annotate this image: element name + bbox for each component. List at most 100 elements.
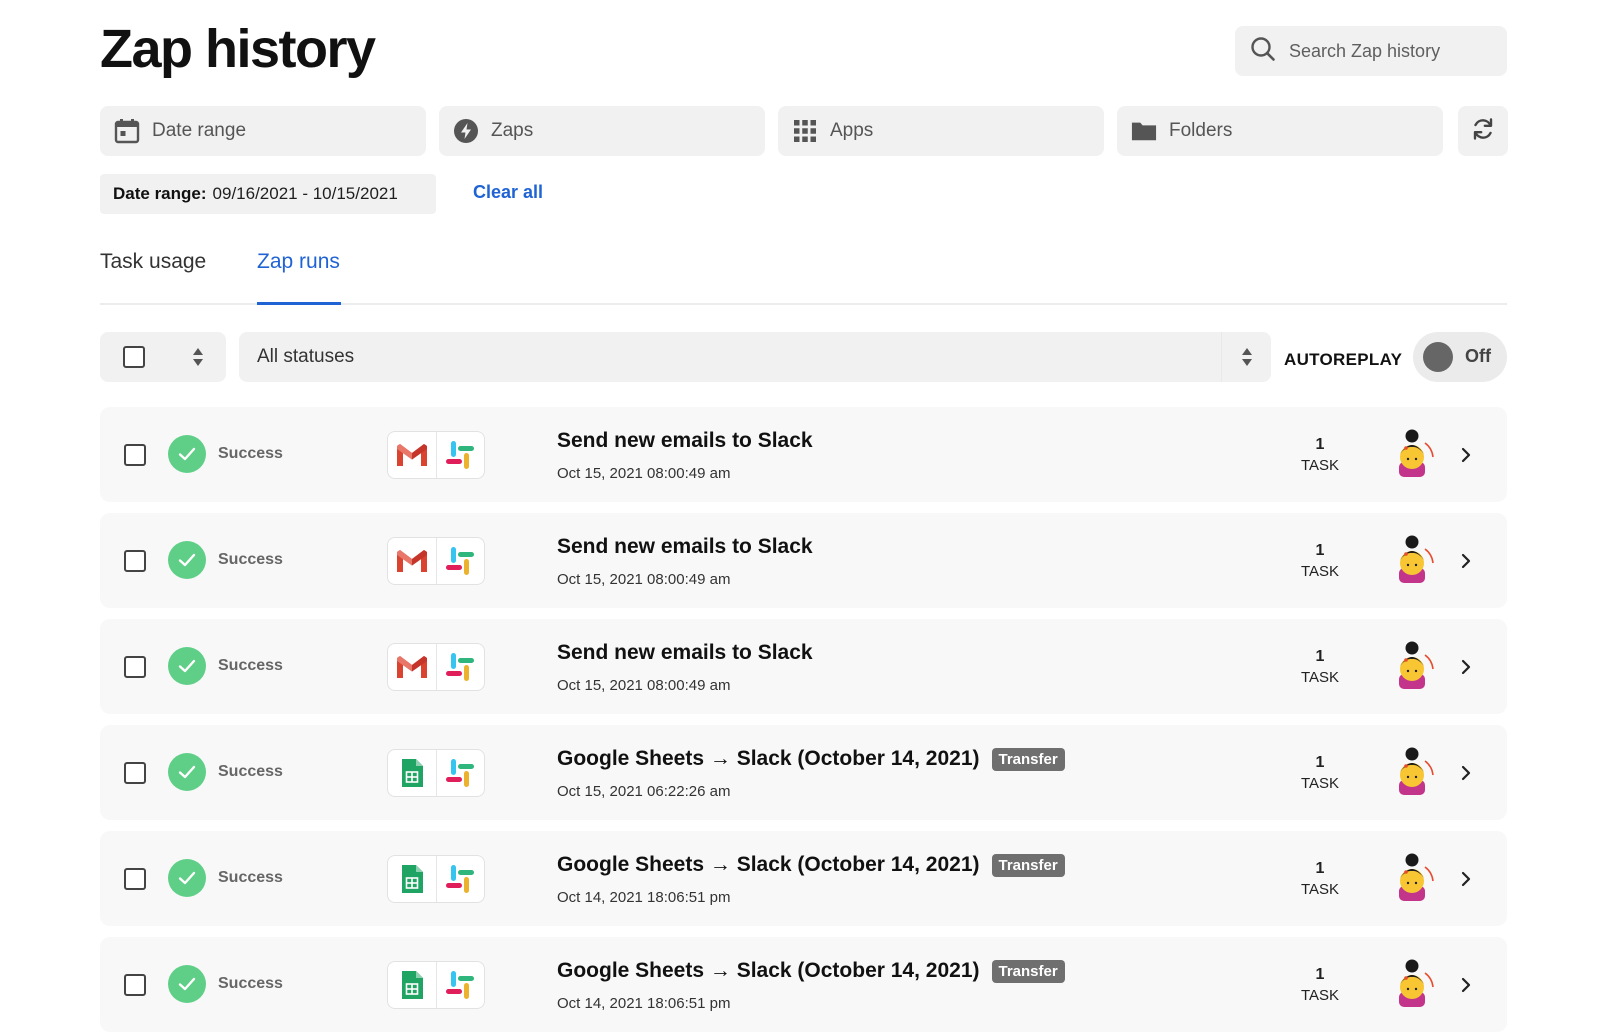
slack-icon (435, 538, 484, 584)
date-range-filter[interactable]: Date range (100, 106, 426, 156)
zap-title[interactable]: Send new emails to Slack (557, 535, 813, 559)
date-range-chip-value: 09/16/2021 - 10/15/2021 (212, 184, 398, 203)
date-range-chip: Date range: 09/16/2021 - 10/15/2021 (100, 174, 436, 214)
run-timestamp: Oct 15, 2021 08:00:49 am (557, 677, 731, 694)
row-checkbox[interactable] (124, 762, 146, 784)
apps-filter-label: Apps (830, 120, 874, 141)
search-input[interactable] (1289, 40, 1489, 62)
app-icons (387, 749, 485, 797)
slack-icon (435, 644, 484, 690)
slack-icon (435, 856, 484, 902)
avatar (1387, 851, 1437, 903)
task-count: 1 (1315, 542, 1325, 559)
apps-filter[interactable]: Apps (778, 106, 1104, 156)
chevron-right-icon[interactable] (1456, 974, 1476, 996)
transfer-badge: Transfer (991, 747, 1065, 771)
zap-run-row[interactable]: Success Send new emails to Slack Oct 15,… (100, 513, 1507, 608)
row-checkbox[interactable] (124, 550, 146, 572)
row-checkbox[interactable] (124, 444, 146, 466)
chevron-right-icon[interactable] (1456, 550, 1476, 572)
task-label: TASK (1300, 669, 1340, 686)
sort-arrows-icon[interactable] (192, 347, 204, 367)
run-status: Success (218, 763, 283, 780)
run-timestamp: Oct 15, 2021 08:00:49 am (557, 465, 731, 482)
zap-title[interactable]: Send new emails to Slack (557, 429, 813, 453)
status-filter-select[interactable]: All statuses (239, 332, 1271, 382)
run-timestamp: Oct 15, 2021 06:22:26 am (557, 783, 731, 800)
task-count: 1 (1315, 860, 1325, 877)
app-icons (387, 431, 485, 479)
page-title: Zap history (100, 19, 376, 79)
task-count: 1 (1315, 754, 1325, 771)
tab-zap-runs[interactable]: Zap runs (257, 250, 340, 274)
zap-title[interactable]: Send new emails to Slack (557, 641, 813, 665)
chevron-right-icon[interactable] (1456, 656, 1476, 678)
google-sheets-icon (388, 856, 436, 902)
run-status: Success (218, 657, 283, 674)
run-timestamp: Oct 15, 2021 08:00:49 am (557, 571, 731, 588)
zaps-filter-label: Zaps (491, 120, 534, 141)
gmail-icon (388, 538, 436, 584)
autoreplay-label: AUTOREPLAY (1284, 350, 1403, 369)
task-count: 1 (1315, 648, 1325, 665)
folders-filter-label: Folders (1169, 120, 1233, 141)
row-checkbox[interactable] (124, 868, 146, 890)
app-icons (387, 643, 485, 691)
refresh-button[interactable] (1458, 106, 1508, 156)
zap-title[interactable]: Google Sheets → Slack (October 14, 2021) (557, 853, 980, 877)
chevron-right-icon[interactable] (1456, 868, 1476, 890)
zap-run-row[interactable]: Success Send new emails to Slack Oct 15,… (100, 619, 1507, 714)
task-count: 1 (1315, 436, 1325, 453)
date-range-chip-label: Date range: (113, 184, 207, 203)
avatar (1387, 533, 1437, 585)
zap-run-row[interactable]: Success Google Sheets → Slack (October 1… (100, 937, 1507, 1032)
search-box[interactable] (1235, 26, 1507, 76)
google-sheets-icon (388, 750, 436, 796)
app-icons (387, 537, 485, 585)
refresh-icon (1470, 116, 1496, 147)
row-checkbox[interactable] (124, 974, 146, 996)
task-label: TASK (1300, 987, 1340, 1004)
task-label: TASK (1300, 881, 1340, 898)
avatar (1387, 639, 1437, 691)
avatar (1387, 957, 1437, 1009)
run-timestamp: Oct 14, 2021 18:06:51 pm (557, 995, 731, 1012)
zap-run-row[interactable]: Success Google Sheets → Slack (October 1… (100, 725, 1507, 820)
apps-grid-icon (792, 118, 818, 144)
slack-icon (435, 962, 484, 1008)
status-filter-value: All statuses (257, 346, 355, 367)
run-status: Success (218, 445, 283, 462)
row-checkbox[interactable] (124, 656, 146, 678)
zap-run-row[interactable]: Success Send new emails to Slack Oct 15,… (100, 407, 1507, 502)
calendar-icon (114, 118, 140, 144)
bulk-select-control[interactable] (100, 332, 226, 382)
transfer-badge: Transfer (991, 853, 1065, 877)
success-check-icon (168, 859, 206, 897)
gmail-icon (388, 432, 436, 478)
folder-icon (1131, 118, 1157, 144)
slack-icon (435, 432, 484, 478)
autoreplay-toggle[interactable]: Off (1413, 332, 1507, 382)
tab-task-usage[interactable]: Task usage (100, 250, 206, 274)
gmail-icon (388, 644, 436, 690)
app-icons (387, 855, 485, 903)
run-status: Success (218, 551, 283, 568)
google-sheets-icon (388, 962, 436, 1008)
chevron-right-icon[interactable] (1456, 762, 1476, 784)
zap-run-row[interactable]: Success Google Sheets → Slack (October 1… (100, 831, 1507, 926)
zap-title[interactable]: Google Sheets → Slack (October 14, 2021) (557, 959, 980, 983)
select-all-checkbox[interactable] (123, 346, 145, 368)
lightning-bolt-icon (453, 118, 479, 144)
success-check-icon (168, 753, 206, 791)
run-timestamp: Oct 14, 2021 18:06:51 pm (557, 889, 731, 906)
toggle-knob (1423, 342, 1453, 372)
success-check-icon (168, 647, 206, 685)
folders-filter[interactable]: Folders (1117, 106, 1443, 156)
date-range-filter-label: Date range (152, 120, 247, 141)
clear-all-link[interactable]: Clear all (473, 182, 543, 203)
zaps-filter[interactable]: Zaps (439, 106, 765, 156)
chevron-right-icon[interactable] (1456, 444, 1476, 466)
zap-title[interactable]: Google Sheets → Slack (October 14, 2021) (557, 747, 980, 771)
task-label: TASK (1300, 457, 1340, 474)
avatar (1387, 745, 1437, 797)
